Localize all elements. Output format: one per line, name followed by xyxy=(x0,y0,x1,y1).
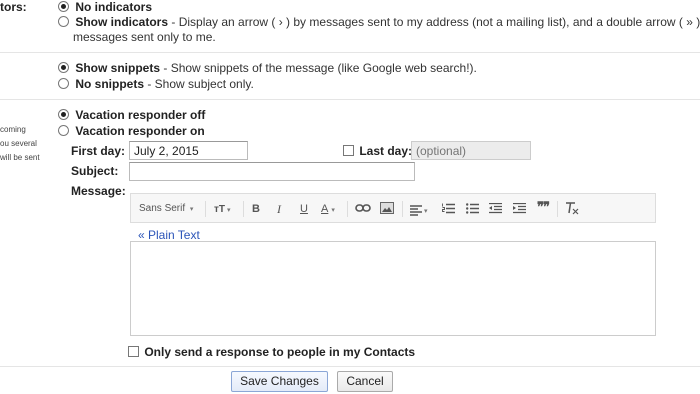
numbered-list-button[interactable] xyxy=(442,203,455,217)
remove-formatting-icon xyxy=(566,202,579,215)
show-snippets-description: - Show snippets of the message (like Goo… xyxy=(160,61,477,75)
chevron-down-icon: ▾ xyxy=(227,207,231,214)
font-family-select[interactable]: Sans Serif ▾ xyxy=(139,202,193,216)
cancel-button[interactable]: Cancel xyxy=(337,371,393,392)
toolbar-divider xyxy=(205,201,206,217)
last-day-checkbox[interactable] xyxy=(343,145,354,156)
align-button[interactable]: ▾ xyxy=(410,203,428,217)
last-day-option[interactable]: Last day: xyxy=(343,144,412,158)
contacts-only-label: Only send a response to people in my Con… xyxy=(144,345,416,359)
vacation-on-label: Vacation responder on xyxy=(75,124,205,138)
quote-button[interactable]: ❞❞ xyxy=(537,199,550,214)
font-size-button[interactable]: тT ▾ xyxy=(214,202,231,216)
show-indicators-description: - Display an arrow ( › ) by messages sen… xyxy=(168,15,700,29)
numbered-list-icon xyxy=(442,203,455,214)
no-indicators-radio[interactable] xyxy=(58,1,69,12)
vacation-side-text-2: ou several xyxy=(0,139,37,148)
font-family-value: Sans Serif xyxy=(139,203,186,214)
insert-image-button[interactable] xyxy=(380,202,394,216)
toolbar-divider xyxy=(402,201,403,217)
show-snippets-option[interactable]: Show snippets - Show snippets of the mes… xyxy=(58,61,477,75)
show-indicators-radio[interactable] xyxy=(58,16,69,27)
chevron-down-icon: ▾ xyxy=(189,206,194,213)
show-indicators-option[interactable]: Show indicators - Display an arrow ( › )… xyxy=(58,15,700,29)
vacation-off-option[interactable]: Vacation responder off xyxy=(58,108,205,122)
last-day-label: Last day: xyxy=(359,144,413,158)
vacation-on-option[interactable]: Vacation responder on xyxy=(58,124,205,138)
no-indicators-option[interactable]: No indicators xyxy=(58,0,152,14)
image-icon xyxy=(380,202,394,214)
toolbar-divider xyxy=(557,201,558,217)
indicators-section-label: tors: xyxy=(0,0,27,14)
chevron-down-icon: ▾ xyxy=(331,207,335,214)
no-snippets-radio[interactable] xyxy=(58,78,69,89)
toolbar-divider xyxy=(243,201,244,217)
text-size-icon: тT xyxy=(214,204,226,215)
chevron-down-icon: ▾ xyxy=(424,208,428,215)
show-snippets-radio[interactable] xyxy=(58,62,69,73)
vacation-side-text-1: coming xyxy=(0,125,26,134)
underline-button[interactable]: U xyxy=(300,202,308,216)
text-color-icon: A xyxy=(321,203,329,215)
no-indicators-label: No indicators xyxy=(75,0,153,14)
show-indicators-description-line2: messages sent only to me. xyxy=(73,30,216,44)
vacation-off-label: Vacation responder off xyxy=(75,108,206,122)
section-divider xyxy=(0,52,700,53)
bulleted-list-icon xyxy=(466,203,479,214)
toolbar-divider xyxy=(347,201,348,217)
no-snippets-label: No snippets xyxy=(75,77,145,91)
indent-less-icon xyxy=(489,203,502,214)
first-day-input[interactable] xyxy=(129,141,248,160)
message-label: Message: xyxy=(71,184,126,198)
italic-button[interactable]: I xyxy=(277,202,281,216)
link-button[interactable] xyxy=(355,203,371,217)
message-editor[interactable] xyxy=(130,241,656,336)
no-snippets-description: - Show subject only. xyxy=(144,77,254,91)
save-changes-button[interactable]: Save Changes xyxy=(231,371,328,392)
remove-formatting-button[interactable] xyxy=(565,201,579,215)
subject-label: Subject: xyxy=(71,164,119,178)
bulleted-list-button[interactable] xyxy=(466,203,479,217)
section-divider xyxy=(0,366,700,367)
indent-less-button[interactable] xyxy=(489,203,502,217)
contacts-only-option[interactable]: Only send a response to people in my Con… xyxy=(128,345,415,359)
align-left-icon xyxy=(410,204,422,216)
bold-button[interactable]: B xyxy=(252,202,260,216)
show-indicators-label: Show indicators xyxy=(75,15,169,29)
no-snippets-option[interactable]: No snippets - Show subject only. xyxy=(58,77,254,91)
vacation-side-text-3: will be sent xyxy=(0,153,40,162)
vacation-off-radio[interactable] xyxy=(58,109,69,120)
vacation-on-radio[interactable] xyxy=(58,125,69,136)
contacts-only-checkbox[interactable] xyxy=(128,346,139,357)
indent-more-button[interactable] xyxy=(513,203,526,217)
show-snippets-label: Show snippets xyxy=(75,61,161,75)
formatting-toolbar: Sans Serif ▾ тT ▾ B I U A ▾ ▾ ❞❞ xyxy=(130,193,656,223)
link-icon xyxy=(355,204,371,212)
plain-text-link[interactable]: « Plain Text xyxy=(138,228,200,242)
first-day-label: First day: xyxy=(71,144,126,158)
text-color-button[interactable]: A ▾ xyxy=(321,202,335,216)
last-day-input[interactable] xyxy=(411,141,531,160)
indent-more-icon xyxy=(513,203,526,214)
quote-icon: ❞❞ xyxy=(537,199,550,214)
subject-input[interactable] xyxy=(129,162,415,181)
section-divider xyxy=(0,99,700,100)
